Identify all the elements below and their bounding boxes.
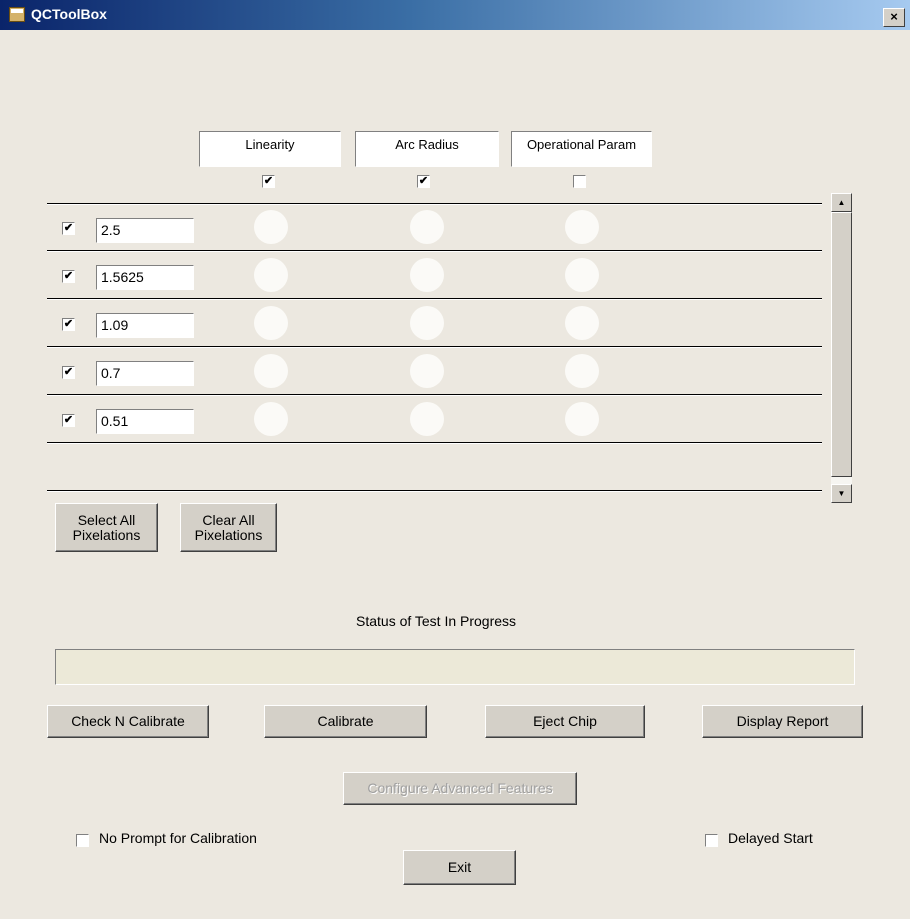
row-divider bbox=[47, 442, 822, 444]
check-n-calibrate-button[interactable]: Check N Calibrate bbox=[47, 705, 209, 738]
status-lamp-operational-param bbox=[565, 306, 599, 340]
status-lamp-operational-param bbox=[565, 210, 599, 244]
row-checkbox[interactable]: ✔ bbox=[62, 222, 75, 235]
delayed-start-checkbox[interactable] bbox=[705, 834, 718, 847]
status-lamp-linearity bbox=[254, 402, 288, 436]
pixelation-value-input[interactable]: 0.51 bbox=[96, 409, 194, 434]
scroll-up-arrow-icon[interactable]: ▲ bbox=[831, 193, 852, 212]
eject-chip-button[interactable]: Eject Chip bbox=[485, 705, 645, 738]
calibrate-button[interactable]: Calibrate bbox=[264, 705, 427, 738]
row-divider bbox=[47, 490, 822, 492]
no-prompt-label: No Prompt for Calibration bbox=[99, 830, 257, 846]
pixelation-value-input[interactable]: 1.09 bbox=[96, 313, 194, 338]
window-title: QCToolBox bbox=[31, 6, 107, 22]
row-checkbox[interactable]: ✔ bbox=[62, 318, 75, 331]
checkbox-operational-param[interactable] bbox=[573, 175, 586, 188]
display-report-button[interactable]: Display Report bbox=[702, 705, 863, 738]
status-lamp-arc-radius bbox=[410, 306, 444, 340]
qctoolbox-window: QCToolBox × Linearity Arc Radius Operati… bbox=[0, 0, 910, 919]
row-divider bbox=[47, 346, 822, 348]
scroll-thumb[interactable] bbox=[831, 212, 852, 477]
status-lamp-arc-radius bbox=[410, 354, 444, 388]
status-lamp-operational-param bbox=[565, 354, 599, 388]
status-lamp-operational-param bbox=[565, 402, 599, 436]
exit-button[interactable]: Exit bbox=[403, 850, 516, 885]
row-divider bbox=[47, 203, 822, 205]
status-lamp-linearity bbox=[254, 354, 288, 388]
row-divider bbox=[47, 250, 822, 252]
status-lamp-arc-radius bbox=[410, 210, 444, 244]
close-button[interactable]: × bbox=[883, 8, 905, 27]
scroll-down-arrow-icon[interactable]: ▼ bbox=[831, 484, 852, 503]
checkbox-arc-radius[interactable]: ✔ bbox=[417, 175, 430, 188]
title-bar[interactable]: QCToolBox × bbox=[0, 0, 910, 30]
status-lamp-arc-radius bbox=[410, 258, 444, 292]
status-lamp-linearity bbox=[254, 258, 288, 292]
status-lamp-linearity bbox=[254, 306, 288, 340]
column-header-linearity: Linearity bbox=[199, 131, 341, 167]
row-checkbox[interactable]: ✔ bbox=[62, 366, 75, 379]
select-all-pixelations-button[interactable]: Select All Pixelations bbox=[55, 503, 158, 552]
row-checkbox[interactable]: ✔ bbox=[62, 414, 75, 427]
pixelation-value-input[interactable]: 0.7 bbox=[96, 361, 194, 386]
column-header-arc-radius: Arc Radius bbox=[355, 131, 499, 167]
pixelation-value-input[interactable]: 1.5625 bbox=[96, 265, 194, 290]
status-lamp-operational-param bbox=[565, 258, 599, 292]
row-checkbox[interactable]: ✔ bbox=[62, 270, 75, 283]
status-progress-box bbox=[55, 649, 855, 685]
configure-advanced-features-button[interactable]: Configure Advanced Features bbox=[343, 772, 577, 805]
status-lamp-arc-radius bbox=[410, 402, 444, 436]
status-lamp-linearity bbox=[254, 210, 288, 244]
row-divider bbox=[47, 298, 822, 300]
column-header-operational-param: Operational Param bbox=[511, 131, 652, 167]
row-divider bbox=[47, 394, 822, 396]
delayed-start-label: Delayed Start bbox=[728, 830, 813, 846]
pixelation-value-input[interactable]: 2.5 bbox=[96, 218, 194, 243]
rows-scrollbar[interactable]: ▲ ▼ bbox=[831, 193, 852, 503]
clear-all-pixelations-button[interactable]: Clear All Pixelations bbox=[180, 503, 277, 552]
checkbox-linearity[interactable]: ✔ bbox=[262, 175, 275, 188]
status-label: Status of Test In Progress bbox=[356, 613, 517, 629]
app-icon bbox=[9, 7, 25, 22]
no-prompt-checkbox[interactable] bbox=[76, 834, 89, 847]
